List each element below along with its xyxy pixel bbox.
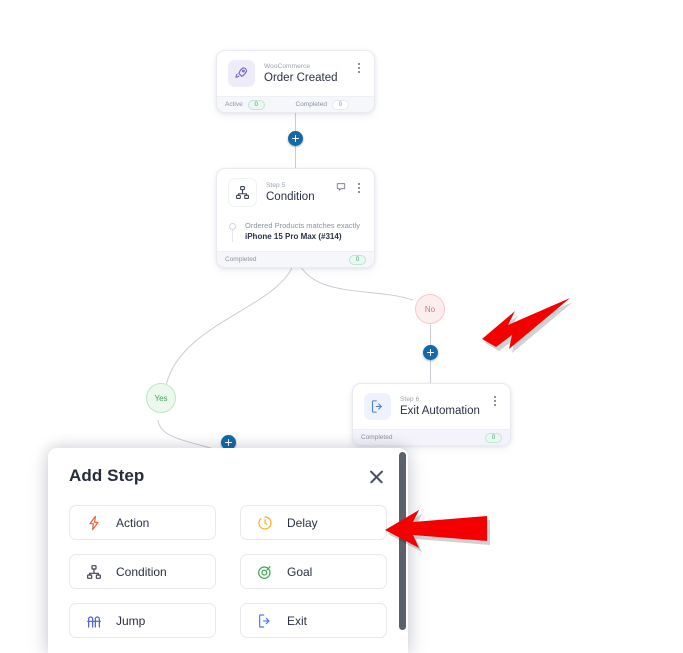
stat-completed: Completed 0	[295, 99, 367, 110]
stat-active: Active 0	[225, 99, 296, 110]
stat-value: 0	[247, 99, 265, 110]
lightning-bolt-icon	[85, 514, 103, 532]
add-step-button-1[interactable]	[288, 131, 303, 146]
condition-rail	[228, 220, 237, 242]
rocket-icon	[228, 60, 255, 87]
step-option-action[interactable]: Action	[69, 505, 216, 540]
stat-value: 0	[485, 432, 502, 443]
node-header-actions[interactable]	[353, 61, 364, 74]
stat-label: Completed	[361, 434, 393, 441]
automation-canvas[interactable]: WooCommerce Order Created Active 0 Compl…	[0, 0, 683, 653]
exit-door-icon	[256, 612, 274, 630]
comment-icon[interactable]	[336, 179, 346, 197]
condition-body: Ordered Products matches exactly iPhone …	[217, 216, 374, 251]
stat-completed: Completed	[225, 256, 349, 263]
exit-door-icon	[364, 393, 391, 420]
step-option-label: Goal	[287, 564, 313, 579]
condition-text: Ordered Products matches exactly iPhone …	[245, 220, 360, 242]
step-option-exit[interactable]: Exit	[240, 603, 387, 638]
modal-scrollbar[interactable]	[399, 452, 406, 630]
stat-label: Active	[225, 101, 243, 108]
sitemap-icon	[85, 563, 103, 581]
modal-title: Add Step	[69, 466, 145, 485]
stat-label: Completed	[225, 256, 257, 263]
node-subtitle: Step 5	[266, 182, 286, 189]
target-icon	[256, 563, 274, 581]
node-menu-icon[interactable]	[489, 394, 500, 407]
condition-value: iPhone 15 Pro Max (#314)	[245, 232, 342, 241]
node-titles: Step 6 Exit Automation	[400, 395, 480, 418]
branch-label: Yes	[154, 393, 168, 403]
close-icon[interactable]	[367, 467, 386, 486]
node-menu-icon[interactable]	[353, 182, 364, 195]
node-titles: Step 5 Condition	[266, 181, 327, 204]
node-title: Condition	[266, 191, 315, 203]
node-title: Exit Automation	[400, 405, 480, 417]
stat-value: 0	[349, 254, 366, 265]
add-step-modal[interactable]: Add Step Action Delay Condition Goal Jum…	[48, 448, 408, 653]
step-option-label: Condition	[116, 564, 167, 579]
annotation-arrow-1	[482, 298, 573, 353]
node-header-actions[interactable]	[489, 394, 500, 407]
step-option-label: Jump	[116, 613, 146, 628]
branch-badge-yes[interactable]: Yes	[146, 383, 176, 413]
node-condition[interactable]: Step 5 Condition Ordered Products matche…	[216, 168, 375, 268]
node-header-actions[interactable]	[336, 179, 364, 197]
branch-label: No	[424, 304, 436, 314]
stat-completed: Completed	[361, 434, 485, 441]
condition-rail-line	[232, 230, 233, 242]
stat-label: Completed	[295, 101, 327, 108]
node-stats-bar: Completed 0	[353, 429, 510, 445]
node-subtitle: WooCommerce	[264, 63, 311, 70]
step-type-grid: Action Delay Condition Goal Jump Exit	[48, 486, 408, 638]
step-option-label: Delay	[287, 515, 318, 530]
add-step-button-2[interactable]	[423, 345, 438, 360]
node-order-created[interactable]: WooCommerce Order Created Active 0 Compl…	[216, 50, 375, 113]
node-subtitle: Step 6	[400, 396, 420, 403]
condition-dot	[229, 223, 236, 230]
modal-header: Add Step	[48, 448, 408, 486]
condition-expression: Ordered Products matches exactly	[245, 221, 361, 230]
node-titles: WooCommerce Order Created	[264, 62, 344, 85]
node-menu-icon[interactable]	[353, 61, 364, 74]
clock-icon	[256, 514, 274, 532]
node-header: Step 6 Exit Automation	[353, 384, 510, 429]
node-exit-automation[interactable]: Step 6 Exit Automation Completed 0	[352, 383, 511, 446]
step-option-condition[interactable]: Condition	[69, 554, 216, 589]
stat-value: 0	[331, 99, 349, 110]
node-stats-bar: Active 0 Completed 0	[217, 96, 374, 112]
node-title: Order Created	[264, 72, 338, 84]
node-header: WooCommerce Order Created	[217, 51, 374, 96]
step-option-goal[interactable]: Goal	[240, 554, 387, 589]
step-option-label: Action	[116, 515, 150, 530]
node-stats-bar: Completed 0	[217, 251, 374, 267]
branch-badge-no[interactable]: No	[415, 294, 445, 324]
step-option-jump[interactable]: Jump	[69, 603, 216, 638]
step-option-delay[interactable]: Delay	[240, 505, 387, 540]
jump-icon	[85, 612, 103, 630]
sitemap-icon	[228, 178, 257, 207]
step-option-label: Exit	[287, 613, 308, 628]
node-header: Step 5 Condition	[217, 169, 374, 216]
